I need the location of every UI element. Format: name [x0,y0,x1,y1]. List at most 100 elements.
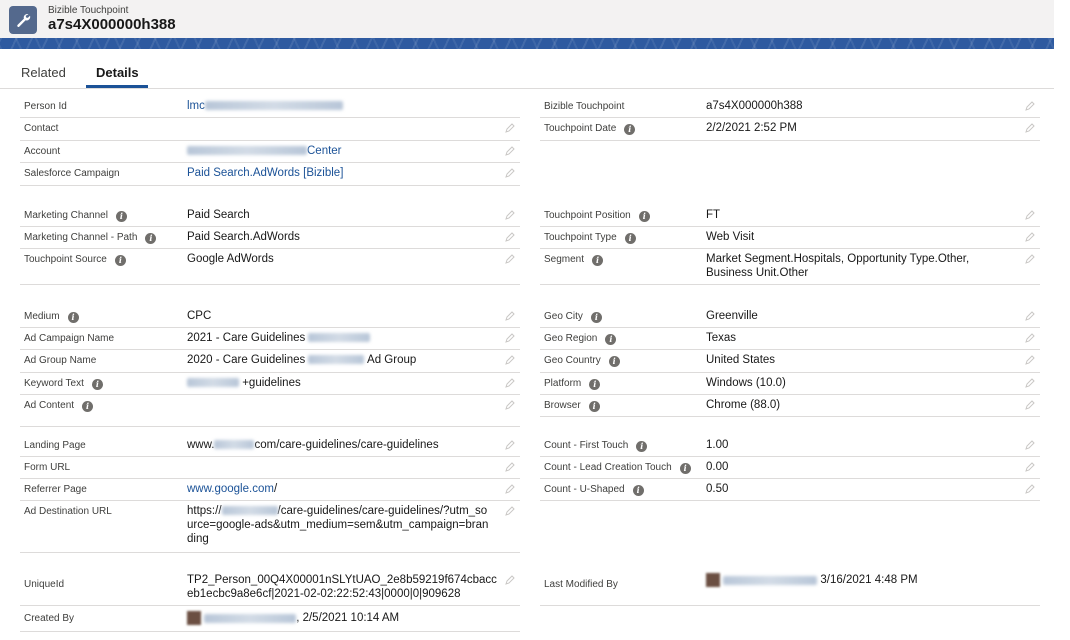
field-value: Texas [706,332,737,344]
record-title: a7s4X000000h388 [48,16,176,33]
field-value: a7s4X000000h388 [706,100,803,112]
field-value-link[interactable]: Center [187,144,497,158]
info-icon[interactable]: i [592,254,604,266]
info-icon[interactable]: i [636,440,648,452]
field-value-link[interactable]: lmc [187,99,497,113]
pencil-icon[interactable] [1024,354,1036,366]
field-value: FT [706,209,721,221]
tab-details[interactable]: Details [96,65,139,80]
pencil-icon[interactable] [1024,209,1036,221]
info-icon[interactable]: i [115,210,127,222]
pencil-icon[interactable] [504,461,516,473]
field-value: Chrome (88.0) [706,399,781,411]
field-count-lead-creation-touch: Count - Lead Creation Touch i 0.00 [540,457,1040,479]
pencil-icon[interactable] [504,439,516,451]
field-label: Geo Region i [544,328,617,350]
pencil-icon[interactable] [504,231,516,243]
record-header: Bizible Touchpoint a7s4X000000h388 [0,0,1054,38]
info-icon[interactable]: i [82,400,94,412]
pencil-icon[interactable] [1024,483,1036,495]
info-icon[interactable]: i [91,378,103,390]
field-value: Greenville [706,310,758,322]
field-count-first-touch: Count - First Touch i 1.00 [540,435,1040,457]
pencil-icon[interactable] [1024,399,1036,411]
info-icon[interactable]: i [590,311,602,323]
field-form-url: Form URL [20,457,520,479]
pencil-icon[interactable] [504,574,516,586]
pencil-icon[interactable] [504,145,516,157]
field-value: Web Visit [706,231,755,243]
field-label: Ad Group Name [24,355,97,366]
redacted-text [308,333,371,343]
field-value: 2/2/2021 2:52 PM [706,122,797,134]
field-ad-content: Ad Content i [20,395,520,427]
pencil-icon[interactable] [504,483,516,495]
field-touchpoint-source: Touchpoint Source i Google AdWords [20,249,520,285]
pencil-icon[interactable] [504,399,516,411]
info-icon[interactable]: i [624,123,636,135]
pencil-icon[interactable] [1024,332,1036,344]
field-value: Paid Search.AdWords [187,231,300,243]
field-touchpoint-position: Touchpoint Position i FT [540,205,1040,227]
pencil-icon[interactable] [1024,377,1036,389]
info-icon[interactable]: i [67,311,79,323]
field-ad-campaign-name: Ad Campaign Name 2021 - Care Guidelines [20,328,520,350]
field-value: Google AdWords [187,253,274,265]
redacted-text [204,613,297,623]
info-icon[interactable]: i [605,333,617,345]
pencil-icon[interactable] [504,122,516,134]
pencil-icon[interactable] [504,209,516,221]
pencil-icon[interactable] [504,167,516,179]
field-landing-page: Landing Page www. com/care-guidelines/car… [20,435,520,457]
object-type-label: Bizible Touchpoint [48,5,129,16]
info-icon[interactable]: i [679,462,691,474]
pencil-icon[interactable] [504,332,516,344]
field-label: Ad Destination URL [24,506,112,517]
field-label: Count - First Touch i [544,435,648,457]
pencil-icon[interactable] [504,505,516,517]
field-count-u-shaped: Count - U-Shaped i 0.50 [540,479,1040,501]
field-account: Account Center [20,141,520,163]
pencil-icon[interactable] [504,253,516,265]
info-icon[interactable]: i [145,232,157,244]
pencil-icon[interactable] [504,310,516,322]
field-label: Touchpoint Position i [544,205,650,227]
field-label: Person Id [24,101,67,112]
info-icon[interactable]: i [588,400,600,412]
field-created-by: Created By , 2/5/2021 10:14 AM [20,608,520,632]
redacted-text [187,378,239,388]
field-value: www. com/care-guidelines/care-guidelines [187,439,439,451]
pencil-icon[interactable] [1024,439,1036,451]
field-contact: Contact [20,118,520,141]
field-value: +guidelines [187,376,497,390]
field-keyword-text: Keyword Text i +guidelines [20,373,520,395]
info-icon[interactable]: i [114,254,126,266]
info-icon[interactable]: i [589,378,601,390]
field-geo-city: Geo City i Greenville [540,306,1040,328]
field-browser: Browser i Chrome (88.0) [540,395,1040,417]
field-value-link[interactable]: Paid Search.AdWords [Bizible] [187,166,497,180]
field-value: United States [706,354,776,366]
field-value: https:///care-guidelines/care-guidelines… [187,505,489,545]
pencil-icon[interactable] [1024,100,1036,112]
pencil-icon[interactable] [504,354,516,366]
field-value: www.google.com/ [187,483,278,495]
field-label: Created By [24,613,75,624]
tab-related[interactable]: Related [21,65,66,80]
field-value: Market Segment.Hospitals, Opportunity Ty… [706,253,970,279]
info-icon[interactable]: i [608,355,620,367]
field-label: Touchpoint Date i [544,118,636,140]
pencil-icon[interactable] [1024,253,1036,265]
pencil-icon[interactable] [504,377,516,389]
field-value: 1.00 [706,439,729,451]
pencil-icon[interactable] [1024,122,1036,134]
referrer-link[interactable]: www.google.com [187,483,274,495]
info-icon[interactable]: i [624,232,636,244]
pencil-icon[interactable] [1024,461,1036,473]
info-icon[interactable]: i [632,484,644,496]
field-label: Medium i [24,306,79,328]
field-label: Count - U-Shaped i [544,479,644,501]
info-icon[interactable]: i [638,210,650,222]
pencil-icon[interactable] [1024,310,1036,322]
pencil-icon[interactable] [1024,231,1036,243]
